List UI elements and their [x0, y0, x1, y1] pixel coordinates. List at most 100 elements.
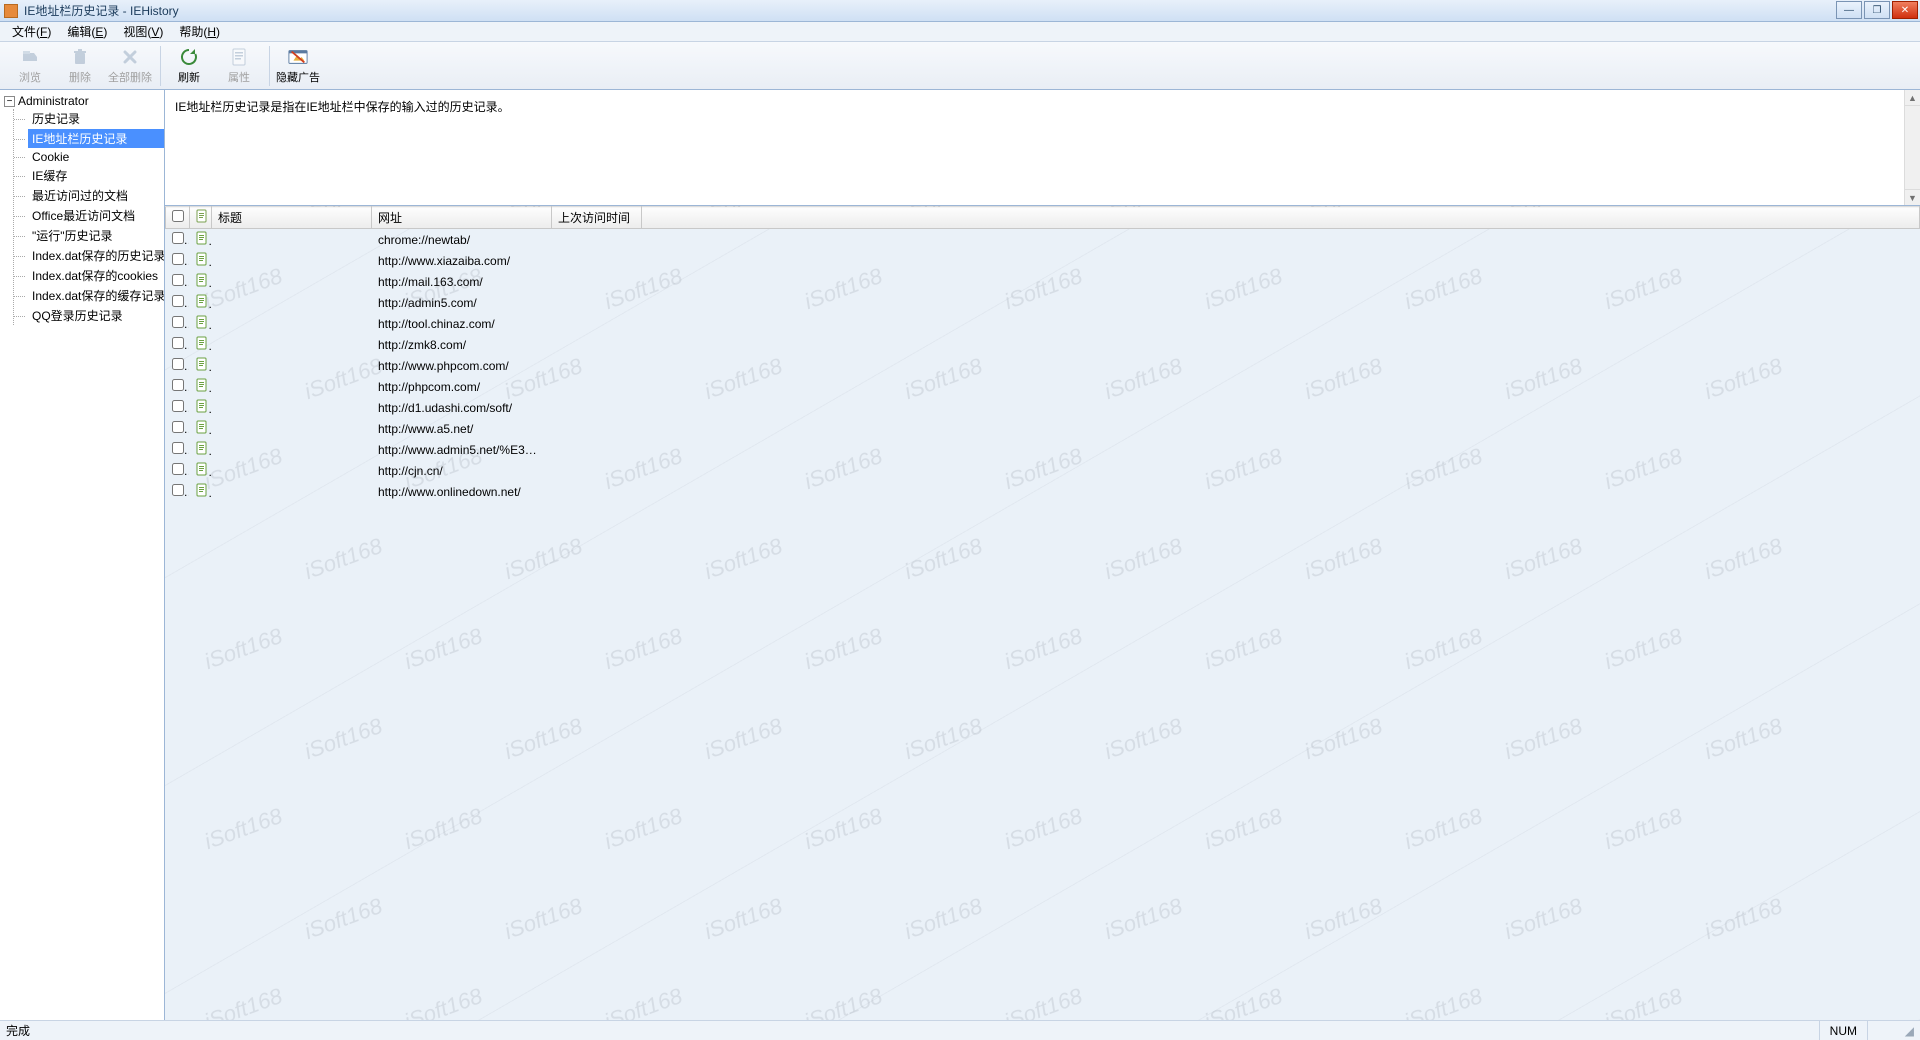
page-icon: [196, 420, 208, 434]
row-lastvisit: [552, 481, 642, 502]
toolbar-props-label: 属性: [228, 69, 250, 85]
row-checkbox[interactable]: [172, 442, 184, 454]
table-row[interactable]: chrome://newtab/: [166, 229, 1920, 251]
row-checkbox[interactable]: [172, 484, 184, 496]
deleteall-icon: [120, 47, 140, 67]
table-row[interactable]: http://www.xiazaiba.com/: [166, 250, 1920, 271]
app-icon: [4, 4, 18, 18]
row-lastvisit: [552, 439, 642, 460]
tree-node-4[interactable]: 最近访问过的文档: [28, 186, 164, 205]
history-table-wrap[interactable]: iSoft168iSoft168iSoft168iSoft168iSoft168…: [165, 206, 1920, 1020]
toolbar-browse-label: 浏览: [19, 69, 41, 85]
maximize-button[interactable]: ❐: [1864, 1, 1890, 19]
table-row[interactable]: http://mail.163.com/: [166, 271, 1920, 292]
toolbar-refresh-button[interactable]: 刷新: [165, 44, 213, 88]
row-checkbox[interactable]: [172, 400, 184, 412]
tree-node-8[interactable]: Index.dat保存的cookies: [28, 266, 164, 285]
tree-root-label[interactable]: Administrator: [18, 94, 89, 108]
menu-v[interactable]: 视图(V): [115, 21, 171, 42]
refresh-icon: [179, 47, 199, 67]
description-scrollbar[interactable]: ▲ ▼: [1904, 90, 1920, 205]
tree-node-7[interactable]: Index.dat保存的历史记录: [28, 246, 164, 265]
row-url: http://admin5.com/: [372, 292, 552, 313]
table-row[interactable]: http://phpcom.com/: [166, 376, 1920, 397]
toolbar-browse-button: 浏览: [6, 44, 54, 88]
tree-node-1[interactable]: IE地址栏历史记录: [28, 129, 164, 148]
table-row[interactable]: http://d1.udashi.com/soft/: [166, 397, 1920, 418]
row-title: [212, 229, 372, 251]
tree-node-5[interactable]: Office最近访问文档: [28, 206, 164, 225]
select-all-checkbox[interactable]: [172, 210, 184, 222]
menu-f[interactable]: 文件(F): [4, 21, 59, 42]
column-header-lastvisit[interactable]: 上次访问时间: [552, 207, 642, 229]
sidebar-tree[interactable]: −Administrator 历史记录IE地址栏历史记录CookieIE缓存最近…: [0, 90, 165, 1020]
resize-grip-icon[interactable]: ◢: [1898, 1024, 1914, 1038]
scroll-down-icon[interactable]: ▼: [1905, 189, 1920, 205]
scroll-up-icon[interactable]: ▲: [1905, 90, 1920, 106]
row-title: [212, 355, 372, 376]
toolbar-delete-button: 删除: [56, 44, 104, 88]
tree-node-3[interactable]: IE缓存: [28, 166, 164, 185]
menu-h[interactable]: 帮助(H): [171, 21, 228, 42]
row-url: http://www.a5.net/: [372, 418, 552, 439]
row-checkbox[interactable]: [172, 295, 184, 307]
row-checkbox[interactable]: [172, 379, 184, 391]
row-title: [212, 271, 372, 292]
column-header-title[interactable]: 标题: [212, 207, 372, 229]
column-header-icon[interactable]: [190, 207, 212, 229]
table-row[interactable]: http://www.admin5.net/%E3%80%81: [166, 439, 1920, 460]
row-checkbox[interactable]: [172, 232, 184, 244]
row-lastvisit: [552, 313, 642, 334]
page-icon: [196, 294, 208, 308]
tree-node-0[interactable]: 历史记录: [28, 109, 164, 128]
tree-collapse-icon[interactable]: −: [4, 96, 15, 107]
row-lastvisit: [552, 229, 642, 251]
row-title: [212, 334, 372, 355]
menu-e[interactable]: 编辑(E): [59, 21, 115, 42]
page-icon: [196, 378, 208, 392]
row-checkbox[interactable]: [172, 421, 184, 433]
row-checkbox[interactable]: [172, 316, 184, 328]
row-checkbox[interactable]: [172, 463, 184, 475]
page-icon: [196, 209, 208, 223]
status-text: 完成: [6, 1022, 30, 1039]
page-icon: [196, 399, 208, 413]
row-url: http://phpcom.com/: [372, 376, 552, 397]
row-lastvisit: [552, 250, 642, 271]
minimize-button[interactable]: —: [1836, 1, 1862, 19]
row-lastvisit: [552, 334, 642, 355]
column-header-url[interactable]: 网址: [372, 207, 552, 229]
status-empty: [1867, 1021, 1898, 1040]
window-title: IE地址栏历史记录 - IEHistory: [24, 2, 179, 19]
props-icon: [229, 47, 249, 67]
table-row[interactable]: http://www.phpcom.com/: [166, 355, 1920, 376]
table-row[interactable]: http://www.onlinedown.net/: [166, 481, 1920, 502]
row-lastvisit: [552, 292, 642, 313]
tree-node-10[interactable]: QQ登录历史记录: [28, 306, 164, 325]
table-row[interactable]: http://zmk8.com/: [166, 334, 1920, 355]
close-button[interactable]: ✕: [1892, 1, 1918, 19]
tree-node-6[interactable]: "运行"历史记录: [28, 226, 164, 245]
status-num: NUM: [1819, 1021, 1867, 1040]
toolbar-hidead-button[interactable]: 隐藏广告: [274, 44, 322, 88]
row-checkbox[interactable]: [172, 337, 184, 349]
column-header-checkbox[interactable]: [166, 207, 190, 229]
title-bar: IE地址栏历史记录 - IEHistory — ❐ ✕: [0, 0, 1920, 22]
table-row[interactable]: http://www.a5.net/: [166, 418, 1920, 439]
tree-node-2[interactable]: Cookie: [28, 149, 164, 165]
row-title: [212, 292, 372, 313]
tree-node-9[interactable]: Index.dat保存的缓存记录: [28, 286, 164, 305]
row-checkbox[interactable]: [172, 358, 184, 370]
table-row[interactable]: http://tool.chinaz.com/: [166, 313, 1920, 334]
window-controls: — ❐ ✕: [1834, 1, 1918, 19]
row-url: http://mail.163.com/: [372, 271, 552, 292]
table-row[interactable]: http://admin5.com/: [166, 292, 1920, 313]
row-url: http://www.onlinedown.net/: [372, 481, 552, 502]
row-checkbox[interactable]: [172, 274, 184, 286]
table-row[interactable]: http://cjn.cn/: [166, 460, 1920, 481]
row-checkbox[interactable]: [172, 253, 184, 265]
row-url: http://tool.chinaz.com/: [372, 313, 552, 334]
row-lastvisit: [552, 376, 642, 397]
row-lastvisit: [552, 397, 642, 418]
row-title: [212, 313, 372, 334]
